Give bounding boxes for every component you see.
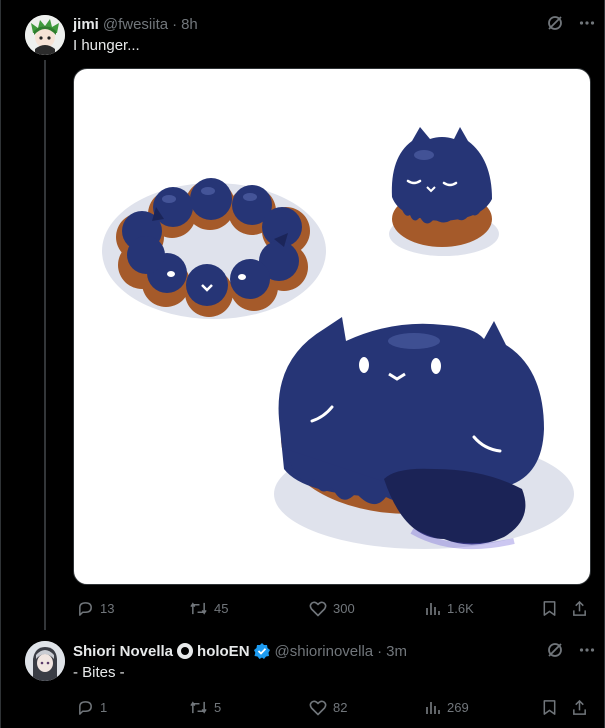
repost-button[interactable]: 5 (189, 697, 221, 717)
display-name[interactable]: Shiori Novella (73, 643, 173, 660)
reply-button[interactable]: 1 (77, 697, 107, 717)
avatar[interactable] (25, 15, 65, 55)
share-icon (573, 699, 586, 715)
ring-donut-illustration (102, 178, 326, 319)
share-button[interactable] (571, 598, 588, 618)
avatar[interactable] (25, 641, 65, 681)
reply-button[interactable]: 13 (77, 598, 114, 618)
repost-icon (190, 601, 207, 615)
view-count: 269 (447, 699, 469, 715)
user-handle[interactable]: @fwesiita (103, 16, 168, 33)
tweet-media-image[interactable] (73, 68, 591, 585)
like-icon (309, 699, 327, 715)
separator-dot: · (172, 15, 178, 33)
repost-count: 45 (214, 600, 229, 616)
separator-dot: · (377, 642, 383, 660)
affiliation-name[interactable]: holoEN (197, 643, 250, 660)
tweet-header: Shiori Novella holoEN @shiorinovella · 3… (73, 641, 407, 661)
repost-button[interactable]: 45 (189, 598, 228, 618)
grok-icon[interactable] (546, 14, 564, 32)
reply-icon (79, 601, 92, 616)
grok-icon[interactable] (546, 641, 564, 659)
bookmark-icon (543, 600, 556, 616)
verified-badge-icon (253, 642, 271, 660)
big-donut-illustration (274, 317, 574, 550)
timestamp[interactable]: 8h (181, 16, 198, 33)
small-donut-illustration (389, 127, 499, 256)
share-icon (573, 600, 586, 616)
views-button[interactable]: 269 (425, 697, 469, 717)
like-count: 300 (333, 600, 355, 616)
user-handle[interactable]: @shiorinovella (275, 643, 374, 660)
tweet-text: - Bites - (73, 664, 125, 681)
reply-count: 1 (100, 699, 108, 715)
tweet-header: jimi @fwesiita · 8h (73, 14, 198, 34)
repost-count: 5 (214, 699, 222, 715)
view-count: 1.6K (447, 600, 474, 616)
tweet-text: I hunger... (73, 37, 140, 54)
like-icon (309, 600, 327, 616)
share-button[interactable] (571, 697, 588, 717)
like-count: 82 (333, 699, 348, 715)
bookmark-button[interactable] (542, 697, 557, 717)
display-name[interactable]: jimi (73, 16, 99, 33)
thread-connector-line (44, 60, 46, 630)
views-icon (426, 603, 440, 615)
bookmark-icon (543, 699, 556, 715)
reply-count: 13 (100, 600, 115, 616)
reply-icon (79, 700, 92, 715)
like-button[interactable]: 300 (309, 598, 355, 618)
views-icon (426, 702, 440, 714)
views-button[interactable]: 1.6K (425, 598, 474, 618)
affiliation-badge-icon[interactable] (177, 643, 194, 659)
timestamp[interactable]: 3m (386, 643, 407, 660)
tweet-top-actions (546, 14, 596, 32)
tweet-actions: 1 5 82 269 (73, 697, 593, 717)
tweet-actions: 13 45 300 1.6K (73, 598, 593, 618)
more-icon[interactable] (578, 641, 596, 659)
more-icon[interactable] (578, 14, 596, 32)
repost-icon (190, 700, 207, 714)
tweet-top-actions (546, 641, 596, 659)
bookmark-button[interactable] (542, 598, 557, 618)
like-button[interactable]: 82 (309, 697, 347, 717)
